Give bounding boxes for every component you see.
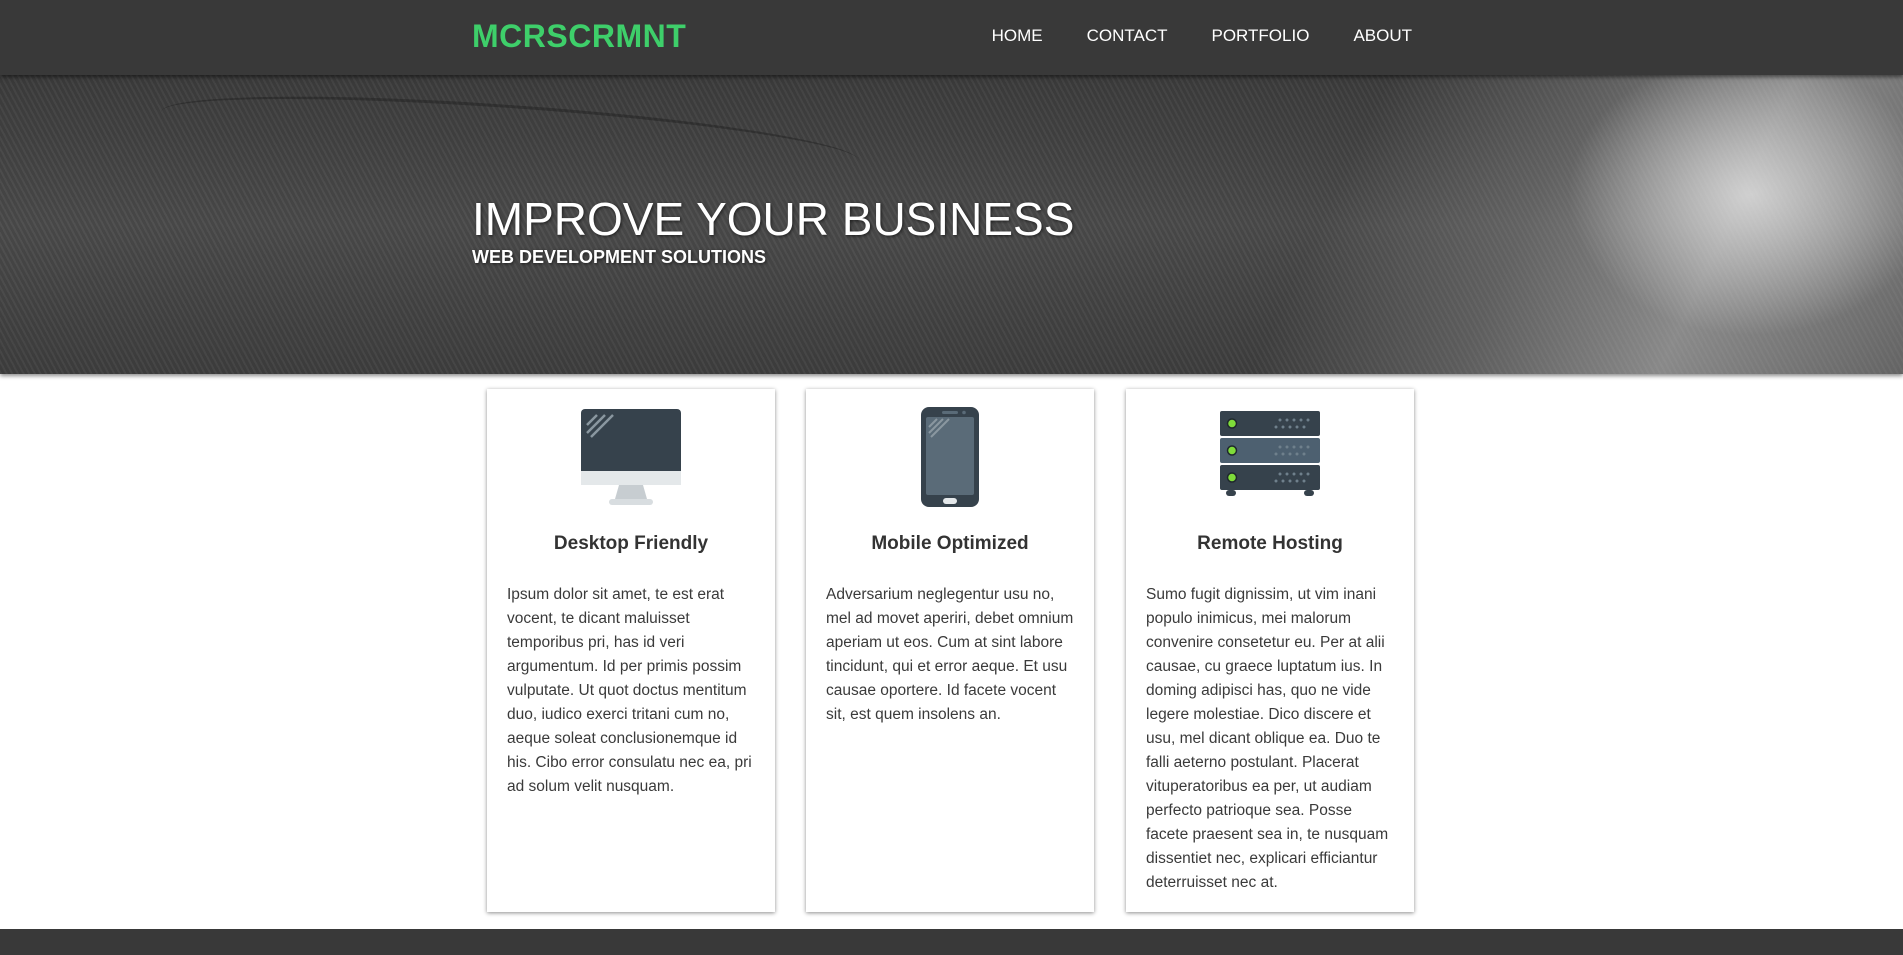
feature-description: Ipsum dolor sit amet, te est erat vocent… <box>507 586 752 795</box>
feature-description: Sumo fugit dignissim, ut vim inani popul… <box>1146 586 1389 891</box>
nav-portfolio-link[interactable]: PORTFOLIO <box>1212 26 1310 46</box>
feature-title: Desktop Friendly <box>553 533 709 554</box>
desktop-monitor-icon <box>487 407 775 509</box>
nav-contact-link[interactable]: CONTACT <box>1087 26 1168 46</box>
server-rack-icon <box>1126 407 1414 509</box>
page-footer <box>0 929 1903 955</box>
feature-card-mobile: Mobile Optimized Adversarium neglegentur… <box>806 389 1094 912</box>
hero-banner: IMPROVE YOUR BUSINESS WEB DEVELOPMENT SO… <box>0 75 1903 374</box>
feature-card-desktop: Desktop Friendly Ipsum dolor sit amet, t… <box>487 389 775 912</box>
hero-texture-crack <box>158 80 862 193</box>
feature-description: Adversarium neglegentur usu no, mel ad m… <box>826 586 1074 723</box>
brand-logo-link[interactable]: MCRSCRMNT <box>472 18 686 55</box>
nav-about-link[interactable]: ABOUT <box>1353 26 1412 46</box>
smartphone-icon <box>806 407 1094 509</box>
feature-title: Remote Hosting <box>1197 533 1343 554</box>
hero-title: IMPROVE YOUR BUSINESS <box>472 193 1075 245</box>
top-navbar: MCRSCRMNT HOME CONTACT PORTFOLIO ABOUT <box>0 0 1903 75</box>
nav-home-link[interactable]: HOME <box>992 26 1043 46</box>
feature-card-hosting: Remote Hosting Sumo fugit dignissim, ut … <box>1126 389 1414 912</box>
main-nav: HOME CONTACT PORTFOLIO ABOUT <box>992 26 1412 46</box>
feature-title: Mobile Optimized <box>871 533 1029 554</box>
hero-subtitle: WEB DEVELOPMENT SOLUTIONS <box>472 247 767 267</box>
